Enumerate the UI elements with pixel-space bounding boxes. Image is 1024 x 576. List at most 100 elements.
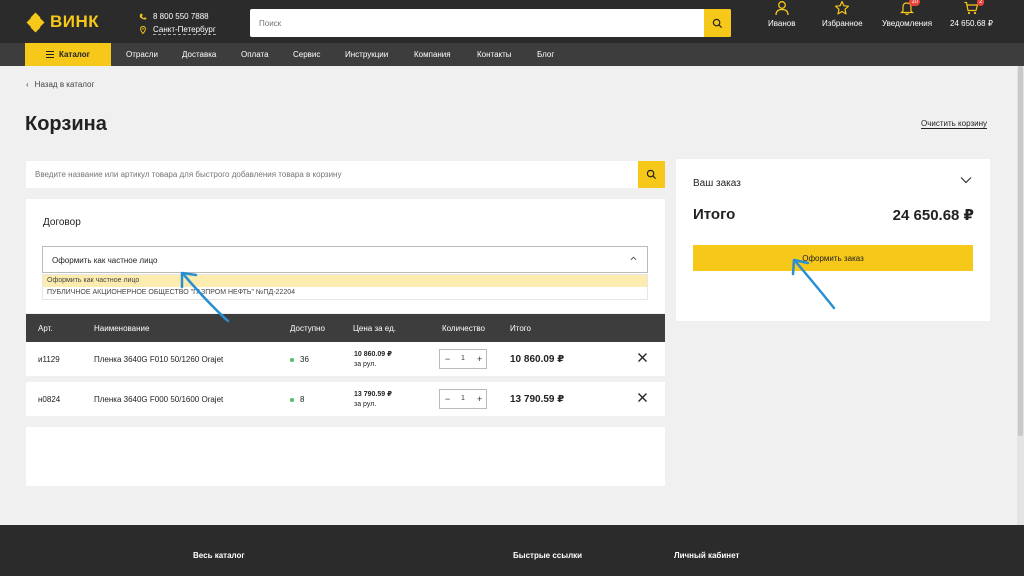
col-name: Наименование [94, 324, 150, 333]
cart-total: 24 650.68 ₽ [950, 19, 993, 28]
quantity-value[interactable]: 1 [461, 395, 465, 402]
logo-icon [26, 12, 45, 33]
scrollbar[interactable] [1017, 66, 1024, 525]
favorites-label: Избранное [822, 19, 863, 28]
order-total-value: 24 650.68 ₽ [892, 207, 974, 224]
row-unit: за рул. [354, 401, 377, 408]
user-icon [775, 1, 789, 16]
location-pin-icon [140, 25, 146, 34]
phone-number[interactable]: 8 800 550 7888 [153, 12, 209, 21]
plus-button[interactable]: + [477, 354, 482, 364]
minus-button[interactable]: − [445, 394, 450, 404]
nav-link-delivery[interactable]: Доставка [182, 50, 216, 59]
contract-selected-value: Оформить как частное лицо [52, 256, 158, 265]
contract-option-private[interactable]: Оформить как частное лицо [43, 275, 647, 287]
col-avail: Доступно [290, 324, 325, 333]
contacts: 8 800 550 7888 Санкт-Петербург [139, 10, 216, 36]
contract-label: Договор [43, 217, 81, 228]
menu-icon [46, 51, 54, 58]
checkout-button[interactable]: Оформить заказ [693, 245, 973, 271]
minus-button[interactable]: − [445, 354, 450, 364]
city-selector[interactable]: Санкт-Петербург [153, 25, 216, 35]
row-price: 10 860.09 ₽ [354, 351, 392, 358]
close-icon[interactable] [637, 352, 648, 363]
in-stock-dot [290, 357, 294, 362]
logo[interactable]: ВИНК [26, 12, 100, 33]
table-row: и1129 Пленка 3640G F010 50/1260 Orajet 3… [26, 342, 665, 376]
row-name[interactable]: Пленка 3640G F000 50/1600 Orajet [94, 395, 223, 404]
quantity-value[interactable]: 1 [461, 355, 465, 362]
close-icon[interactable] [637, 392, 648, 403]
cart-badge: 2 [977, 0, 985, 6]
row-avail-count: 36 [300, 355, 309, 364]
chevron-down-icon[interactable] [960, 176, 972, 184]
nav-link-service[interactable]: Сервис [293, 50, 320, 59]
in-stock-dot [290, 397, 294, 402]
order-title: Ваш заказ [693, 178, 741, 189]
order-total-label: Итого [693, 206, 736, 223]
quick-add-input[interactable] [26, 161, 638, 188]
contract-dropdown: Оформить как частное лицо ПУБЛИЧНОЕ АКЦИ… [42, 274, 648, 300]
row-avail: 8 [290, 395, 304, 404]
nav-link-industries[interactable]: Отрасли [126, 50, 158, 59]
empty-panel [26, 427, 665, 486]
row-art: и1129 [38, 355, 60, 364]
cart-table-header: Арт. Наименование Доступно Цена за ед. К… [26, 314, 665, 342]
search-button[interactable] [704, 9, 731, 37]
quick-add-search-button[interactable] [638, 161, 665, 188]
plus-button[interactable]: + [477, 394, 482, 404]
row-avail-count: 8 [300, 395, 305, 404]
favorites[interactable]: Избранное [822, 0, 863, 28]
quantity-stepper: − 1 + [439, 389, 487, 409]
notifications[interactable]: 10 Уведомления [882, 0, 932, 28]
scrollbar-thumb[interactable] [1018, 66, 1023, 436]
user-account[interactable]: Иванов [768, 0, 795, 28]
phone-icon [139, 13, 147, 20]
row-name[interactable]: Пленка 3640G F010 50/1260 Orajet [94, 355, 223, 364]
back-label: Назад в каталог [34, 80, 95, 89]
notifications-badge: 10 [909, 0, 921, 6]
logo-text: ВИНК [50, 12, 100, 31]
nav-link-contacts[interactable]: Контакты [477, 50, 512, 59]
cart[interactable]: 2 24 650.68 ₽ [950, 0, 993, 28]
back-to-catalog-link[interactable]: ‹ Назад в каталог [26, 80, 94, 89]
col-price: Цена за ед. [353, 324, 396, 333]
footer-heading-links: Быстрые ссылки [513, 551, 583, 560]
row-art: н0824 [38, 395, 61, 404]
user-name: Иванов [768, 19, 796, 28]
nav-link-payment[interactable]: Оплата [241, 50, 269, 59]
row-total: 13 790.59 ₽ [510, 394, 565, 405]
search-icon [712, 18, 723, 28]
row-avail: 36 [290, 355, 309, 364]
footer-heading-account: Личный кабинет [674, 551, 740, 560]
chevron-left-icon: ‹ [26, 80, 29, 89]
notifications-label: Уведомления [882, 19, 933, 28]
star-icon [835, 0, 850, 15]
nav-link-company[interactable]: Компания [414, 50, 451, 59]
row-total: 10 860.09 ₽ [510, 354, 565, 365]
clear-cart-link[interactable]: Очистить корзину [921, 119, 987, 129]
quantity-stepper: − 1 + [439, 349, 487, 369]
col-art: Арт. [38, 324, 53, 333]
search-icon [646, 169, 657, 180]
contract-panel: Договор Оформить как частное лицо Оформи… [26, 199, 665, 313]
footer-heading-catalog[interactable]: Весь каталог [193, 551, 245, 560]
catalog-button[interactable]: Каталог [25, 43, 111, 66]
chevron-up-icon [630, 256, 637, 261]
main-nav: Каталог Отрасли Доставка Оплата Сервис И… [0, 43, 1024, 66]
search-input[interactable] [250, 9, 704, 37]
nav-link-blog[interactable]: Блог [537, 50, 554, 59]
col-total: Итого [510, 324, 531, 333]
row-price: 13 790.59 ₽ [354, 391, 392, 398]
top-header: ВИНК 8 800 550 7888 Санкт-Петербург Иван… [0, 0, 1024, 43]
table-row: н0824 Пленка 3640G F000 50/1600 Orajet 8… [26, 382, 665, 416]
row-unit: за рул. [354, 361, 377, 368]
search-bar [250, 9, 731, 37]
quick-add-bar [26, 161, 665, 188]
contract-option-gazprom[interactable]: ПУБЛИЧНОЕ АКЦИОНЕРНОЕ ОБЩЕСТВО "ГАЗПРОМ … [43, 287, 647, 299]
contract-select[interactable]: Оформить как частное лицо [42, 246, 648, 273]
nav-link-instructions[interactable]: Инструкции [345, 50, 388, 59]
footer: Весь каталог Быстрые ссылки Личный кабин… [0, 525, 1024, 576]
catalog-label: Каталог [59, 50, 90, 59]
page-title: Корзина [25, 113, 107, 135]
